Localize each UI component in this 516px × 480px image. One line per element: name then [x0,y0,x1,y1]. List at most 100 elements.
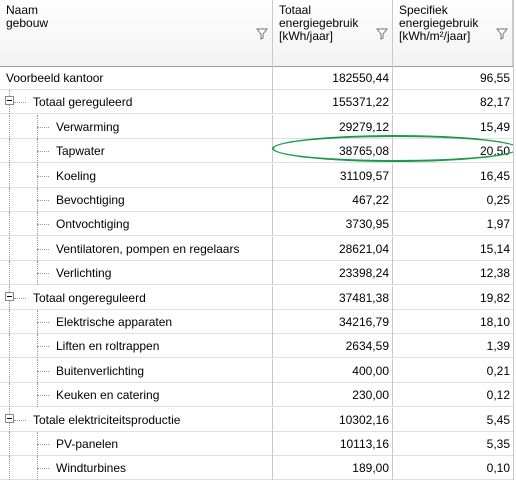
row-name: Windturbines [56,461,127,476]
row-name: Ontvochtiging [56,217,130,232]
total-energy-cell[interactable]: 29279,12 [273,114,393,139]
specific-energy-cell[interactable]: 1,39 [393,334,513,358]
row-name: Totale elektriciteitsproductie [33,412,181,427]
name-cell[interactable]: Liften en roltrappen [0,334,273,359]
tree-leaf-row[interactable]: Buitenverlichting 400,00 0,21 [0,358,516,383]
name-cell[interactable]: Ontvochtiging [0,212,273,237]
name-cell[interactable]: Totaal gereguleerd [0,90,273,115]
tree-leaf-row[interactable]: Ventilatoren, pompen en regelaars 28621,0… [0,236,516,261]
specific-energy-cell[interactable]: 0,25 [393,188,513,212]
collapse-minus-icon[interactable] [5,96,14,106]
specific-energy-cell[interactable]: 5,45 [393,408,513,432]
total-energy-cell[interactable]: 38765,08 [273,139,393,164]
total-energy-cell[interactable]: 23398,24 [273,261,393,286]
total-energy-cell[interactable]: 189,00 [273,456,393,480]
specific-energy-cell[interactable]: 19,82 [393,286,513,310]
specific-energy-cell[interactable]: 82,17 [393,90,513,114]
column-header-specific[interactable]: Specifiek energiegebruik [kWh/m²/jaar] [393,0,513,66]
total-energy-cell[interactable]: 155371,22 [273,90,393,115]
total-energy-cell[interactable]: 400,00 [273,358,393,383]
total-energy-cell[interactable]: 34216,79 [273,310,393,334]
total-energy-cell[interactable]: 2634,59 [273,334,393,359]
total-energy-value: 31109,57 [339,168,389,183]
specific-energy-cell[interactable]: 15,14 [393,237,513,261]
row-name: Buitenverlichting [56,363,145,378]
name-cell[interactable]: Windturbines [0,456,273,480]
name-cell[interactable]: Bevochtiging [0,188,273,212]
total-energy-value: 10113,16 [339,437,389,451]
tree-leaf-row[interactable]: Koeling 31109,57 16,45 [0,163,516,188]
tree-branch-line [37,322,49,323]
specific-energy-cell[interactable]: 0,10 [393,456,513,480]
name-cell[interactable]: Verlichting [0,261,273,286]
total-energy-value: 3730,95 [345,217,389,232]
name-cell[interactable]: Koeling [0,163,273,188]
name-cell[interactable]: Totaal ongereguleerd [0,285,273,310]
name-cell[interactable]: Totale elektriciteitsproductie [0,407,273,432]
name-cell[interactable]: Verwarming [0,114,273,139]
name-cell[interactable]: Buitenverlichting [0,358,273,383]
specific-energy-value: 0,12 [486,388,510,403]
collapse-minus-icon[interactable] [5,413,14,423]
tree-leaf-row[interactable]: Tapwater 38765,08 20,50 [0,139,516,164]
specific-energy-value: 0,25 [486,193,510,207]
specific-energy-cell[interactable]: 15,49 [393,115,513,139]
column-header-name[interactable]: Naam gebouw [0,0,273,66]
total-energy-cell[interactable]: 31109,57 [273,163,393,188]
tree-group-row[interactable]: Totaal gereguleerd 155371,22 82,17 [0,90,516,115]
specific-energy-cell[interactable]: 0,21 [393,359,513,383]
filter-funnel-icon[interactable] [376,28,388,40]
total-energy-cell[interactable]: 28621,04 [273,236,393,261]
name-cell[interactable]: PV-panelen [0,432,273,456]
specific-energy-cell[interactable]: 96,55 [393,66,513,90]
filter-funnel-icon[interactable] [496,28,508,40]
filter-funnel-icon[interactable] [256,28,268,40]
specific-energy-cell[interactable]: 18,10 [393,310,513,334]
specific-energy-cell[interactable]: 1,97 [393,212,513,236]
tree-leaf-row[interactable]: Windturbines 189,00 0,10 [0,456,516,480]
name-cell[interactable]: Tapwater [0,139,273,164]
tree-leaf-row[interactable]: Liften en roltrappen 2634,59 1,39 [0,334,516,359]
total-energy-cell[interactable]: 10113,16 [273,432,393,456]
total-energy-cell[interactable]: 37481,38 [273,285,393,310]
specific-energy-cell[interactable]: 5,35 [393,432,513,456]
tree-guide-line [9,163,10,188]
tree-leaf-row[interactable]: Verwarming 29279,12 15,49 [0,114,516,139]
tree-branch-line [37,126,49,128]
tree-guide-line [9,358,10,383]
name-cell[interactable]: Keuken en catering [0,383,273,408]
total-energy-cell[interactable]: 230,00 [273,383,393,408]
collapse-minus-icon[interactable] [5,291,14,301]
tree-leaf-row[interactable]: Bevochtiging 467,22 0,25 [0,188,516,212]
name-cell[interactable]: Voorbeeld kantoor [0,66,273,90]
specific-energy-cell[interactable]: 20,50 [393,139,513,163]
name-cell[interactable]: Elektrische apparaten [0,310,273,334]
row-name: Ventilatoren, pompen en regelaars [56,241,240,256]
tree-branch-line [14,102,26,104]
specific-energy-value: 0,21 [486,363,510,378]
total-energy-value: 400,00 [352,363,389,378]
total-energy-cell[interactable]: 182550,44 [273,66,393,90]
tree-branch-line [37,395,49,397]
tree-leaf-row[interactable]: Ontvochtiging 3730,95 1,97 [0,212,516,237]
specific-energy-cell[interactable]: 0,12 [393,383,513,407]
tree-leaf-row[interactable]: Verlichting 23398,24 12,38 [0,261,516,286]
tree-group-row[interactable]: Totale elektriciteitsproductie 10302,16 5,… [0,407,516,432]
tree-root-row[interactable]: Voorbeeld kantoor 182550,44 96,55 [0,66,516,90]
specific-energy-value: 15,49 [479,119,510,134]
row-name: Koeling [56,168,97,183]
tree-leaf-row[interactable]: Keuken en catering 230,00 0,12 [0,383,516,408]
column-header-total[interactable]: Totaal energiegebruik [kWh/jaar] [273,0,393,66]
header-name-line2: gebouw [6,16,49,30]
specific-energy-cell[interactable]: 16,45 [393,164,513,188]
specific-energy-cell[interactable]: 12,38 [393,261,513,285]
tree-group-row[interactable]: Totaal ongereguleerd 37481,38 19,82 [0,285,516,310]
tree-guide-line [9,212,10,237]
name-cell[interactable]: Ventilatoren, pompen en regelaars [0,236,273,261]
row-name: Elektrische apparaten [56,315,173,329]
tree-leaf-row[interactable]: PV-panelen 10113,16 5,35 [0,432,516,456]
total-energy-cell[interactable]: 10302,16 [273,407,393,432]
total-energy-cell[interactable]: 3730,95 [273,212,393,237]
tree-leaf-row[interactable]: Elektrische apparaten 34216,79 18,10 [0,310,516,334]
total-energy-cell[interactable]: 467,22 [273,188,393,212]
